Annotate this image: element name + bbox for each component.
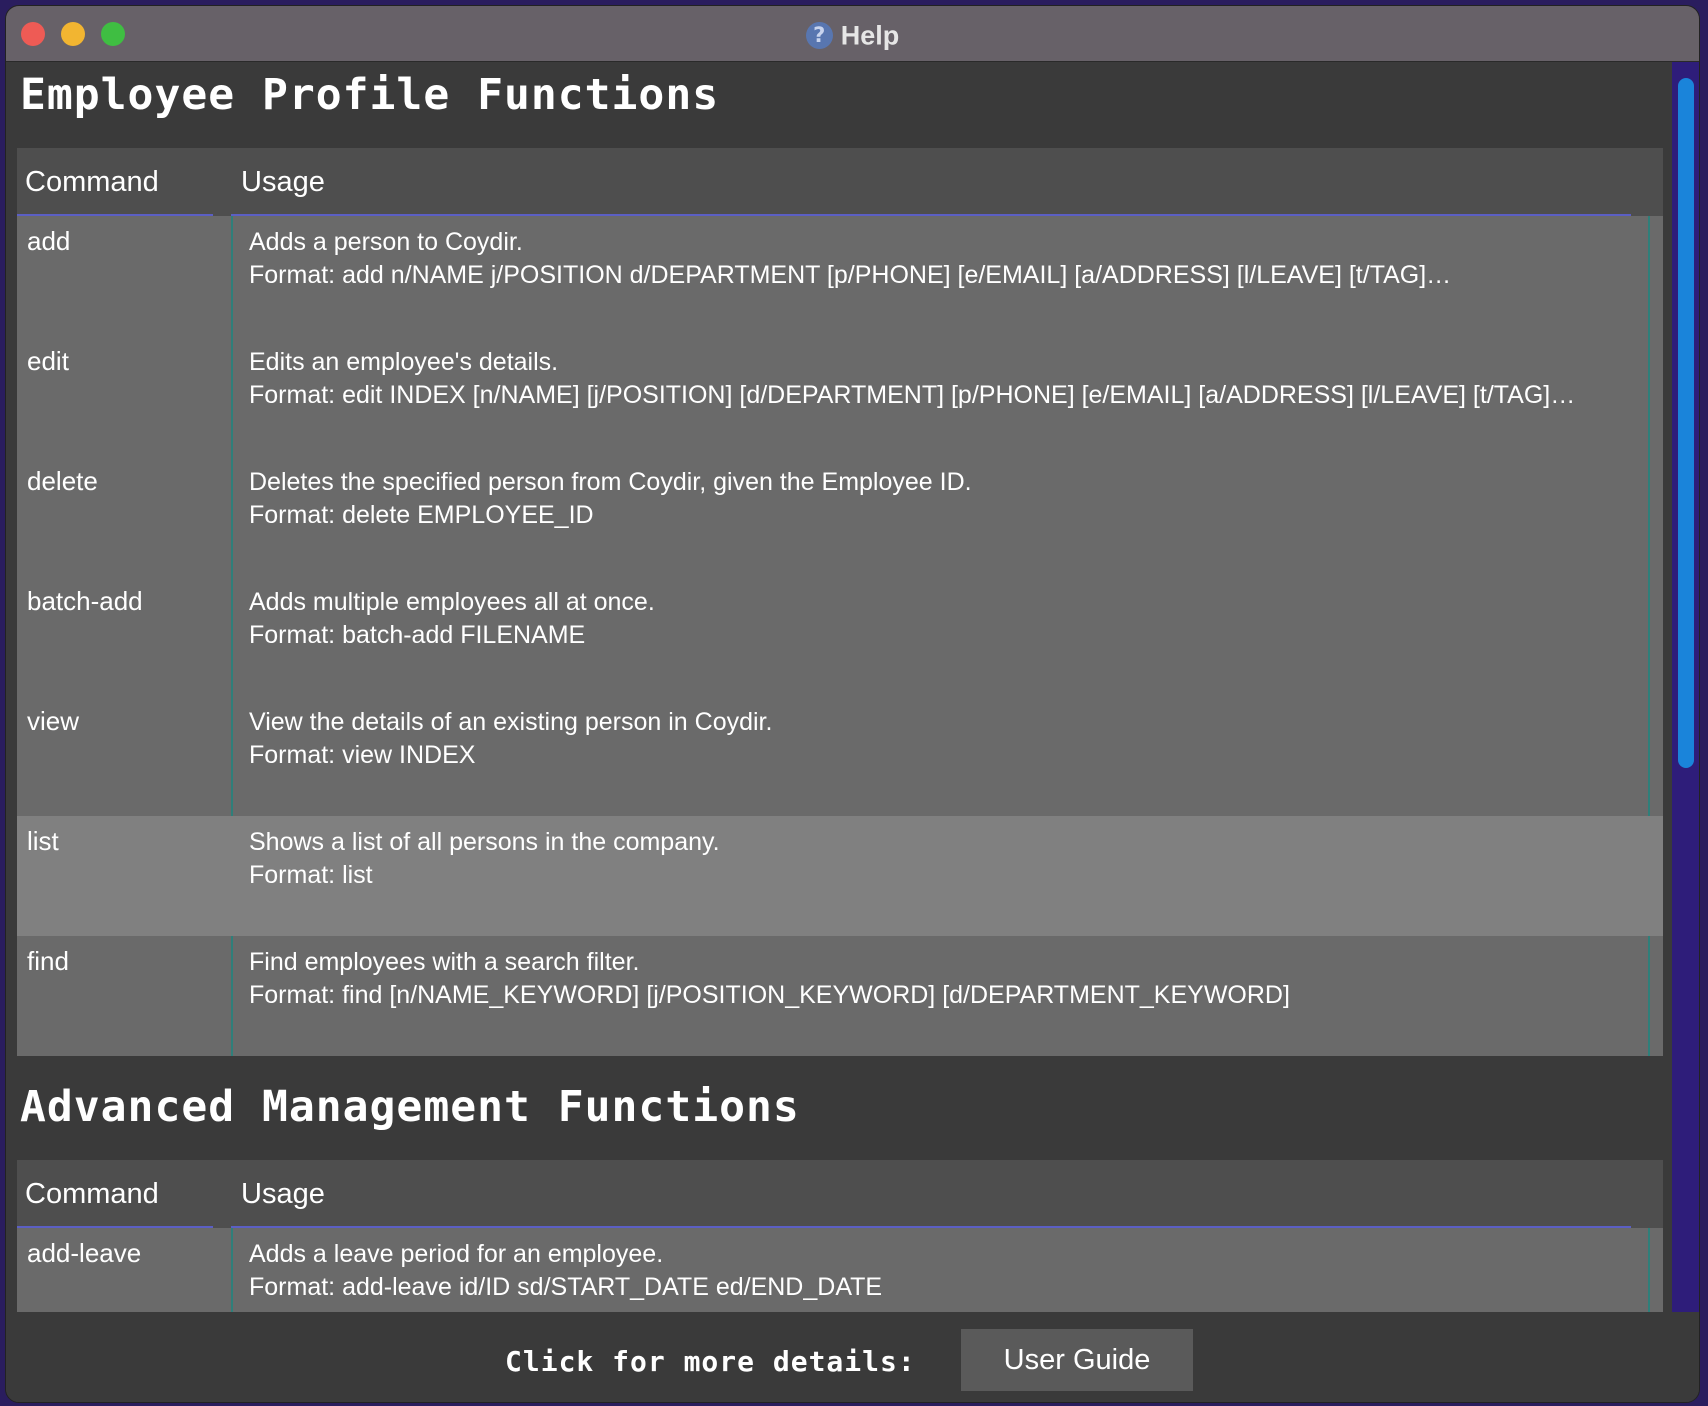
column-header-command[interactable]: Command: [25, 166, 159, 199]
usage-format: Format: list: [249, 861, 373, 889]
table-row[interactable]: add Adds a person to Coydir. Format: add …: [17, 216, 1663, 336]
table-row[interactable]: batch-add Adds multiple employees all at…: [17, 576, 1663, 696]
vertical-scrollbar[interactable]: [1672, 62, 1699, 1312]
usage-cell: Edits an employee's details. Format: edit…: [249, 346, 1575, 412]
command-cell: add: [27, 226, 71, 256]
usage-description: Adds a leave period for an employee.: [249, 1240, 664, 1268]
usage-format: Format: find [n/NAME_KEYWORD] [j/POSITIO…: [249, 981, 1290, 1009]
usage-description: View the details of an existing person i…: [249, 708, 773, 736]
table-body: add-leave Adds a leave period for an emp…: [17, 1228, 1663, 1312]
usage-cell: Find employees with a search filter. Form…: [249, 946, 1290, 1012]
table-header: Command Usage: [17, 1160, 1663, 1228]
column-header-usage[interactable]: Usage: [241, 166, 325, 199]
command-cell: edit: [27, 346, 69, 376]
usage-cell: Shows a list of all persons in the compa…: [249, 826, 720, 892]
usage-format: Format: delete EMPLOYEE_ID: [249, 501, 594, 529]
usage-format: Format: add n/NAME j/POSITION d/DEPARTME…: [249, 261, 1452, 289]
help-icon: ?: [805, 22, 833, 50]
usage-cell: Deletes the specified person from Coydir…: [249, 466, 972, 532]
employee-profile-table: Command Usage add Adds a person to Coydi…: [17, 148, 1663, 1056]
table-row[interactable]: add-leave Adds a leave period for an emp…: [17, 1228, 1663, 1312]
command-cell: view: [27, 706, 80, 736]
scrollbar-thumb[interactable]: [1678, 78, 1694, 768]
command-cell: list: [27, 826, 59, 856]
usage-description: Adds a person to Coydir.: [249, 228, 523, 256]
help-content[interactable]: Employee Profile Functions Command Usage…: [6, 62, 1671, 1312]
usage-description: Deletes the specified person from Coydir…: [249, 468, 972, 496]
title-bar[interactable]: ? Help: [6, 6, 1699, 62]
footer: Click for more details: User Guide: [6, 1312, 1699, 1402]
usage-format: Format: view INDEX: [249, 741, 476, 769]
user-guide-button[interactable]: User Guide: [961, 1329, 1193, 1391]
table-row[interactable]: find Find employees with a search filter…: [17, 936, 1663, 1056]
column-header-usage[interactable]: Usage: [241, 1178, 325, 1211]
usage-description: Find employees with a search filter.: [249, 948, 640, 976]
usage-cell: Adds multiple employees all at once. Form…: [249, 586, 655, 652]
usage-cell: Adds a person to Coydir. Format: add n/NA…: [249, 226, 1451, 292]
command-cell: delete: [27, 466, 98, 496]
usage-format: Format: batch-add FILENAME: [249, 621, 586, 649]
table-body: add Adds a person to Coydir. Format: add …: [17, 216, 1663, 1056]
table-row-selected[interactable]: list Shows a list of all persons in the …: [17, 816, 1663, 936]
command-cell: find: [27, 946, 69, 976]
usage-description: Adds multiple employees all at once.: [249, 588, 655, 616]
section-title-advanced-management: Advanced Management Functions: [20, 1082, 800, 1132]
window-title: Help: [840, 20, 900, 51]
usage-cell: Adds a leave period for an employee. Form…: [249, 1238, 882, 1304]
table-row[interactable]: view View the details of an existing per…: [17, 696, 1663, 816]
usage-format: Format: edit INDEX [n/NAME] [j/POSITION]…: [249, 381, 1576, 409]
table-row[interactable]: delete Deletes the specified person from…: [17, 456, 1663, 576]
column-header-command[interactable]: Command: [25, 1178, 159, 1211]
table-row[interactable]: edit Edits an employee's details. Format:…: [17, 336, 1663, 456]
command-cell: batch-add: [27, 586, 143, 616]
window-title-wrap: ? Help: [6, 19, 1699, 51]
usage-description: Shows a list of all persons in the compa…: [249, 828, 720, 856]
footer-label: Click for more details:: [505, 1345, 916, 1378]
table-header: Command Usage: [17, 148, 1663, 216]
usage-format: Format: add-leave id/ID sd/START_DATE ed…: [249, 1273, 883, 1301]
section-title-employee-profile: Employee Profile Functions: [20, 70, 720, 120]
usage-description: Edits an employee's details.: [249, 348, 559, 376]
command-cell: add-leave: [27, 1238, 142, 1268]
advanced-management-table: Command Usage add-leave Adds a leave per…: [17, 1160, 1663, 1312]
usage-cell: View the details of an existing person i…: [249, 706, 772, 772]
help-window: ? Help Employee Profile Functions Command…: [5, 5, 1700, 1403]
